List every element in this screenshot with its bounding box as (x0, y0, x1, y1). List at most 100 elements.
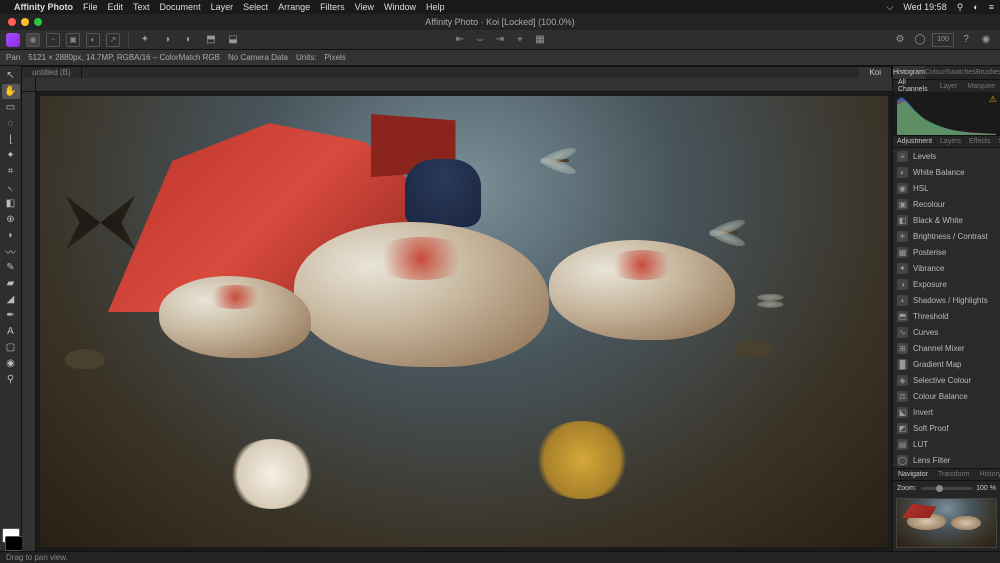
adjustment-levels[interactable]: ≡Levels (893, 148, 1000, 164)
mask-icon[interactable]: ◑ (159, 33, 175, 47)
navigator-preview[interactable] (896, 498, 997, 548)
adjustment-posterise[interactable]: ▦Posterise (893, 244, 1000, 260)
swatch-bg[interactable] (5, 536, 23, 551)
adjustment-black-white[interactable]: ◧Black & White (893, 212, 1000, 228)
adjustment-lut[interactable]: ▤LUT (893, 436, 1000, 452)
adjustment-channel-mixer[interactable]: ⊞Channel Mixer (893, 340, 1000, 356)
adjustment-soft-proof[interactable]: ◩Soft Proof (893, 420, 1000, 436)
adjustment-lens-filter[interactable]: ◯Lens Filter (893, 452, 1000, 468)
tool-selection[interactable]: ▭ (2, 100, 20, 115)
tab-brushes[interactable]: Brushes (976, 66, 1000, 79)
adjust-icon[interactable]: ◐ (181, 33, 197, 47)
tool-flood[interactable]: ✦ (2, 148, 20, 163)
notifications-icon[interactable]: ≡ (989, 2, 994, 12)
menu-help[interactable]: Help (426, 2, 445, 12)
tab-history[interactable]: History (975, 469, 1000, 480)
tool-text[interactable]: A (2, 324, 20, 339)
auto-levels-icon[interactable]: ⬒ (203, 33, 219, 47)
ruler-vertical[interactable] (22, 92, 36, 551)
tool-clone[interactable]: ⊕ (2, 212, 20, 227)
maximize-button[interactable] (34, 18, 42, 26)
adjustment-shadows-highlights[interactable]: ◗Shadows / Highlights (893, 292, 1000, 308)
adjustment-brightness-contrast[interactable]: ☀Brightness / Contrast (893, 228, 1000, 244)
snap-icon[interactable]: ⌖ (512, 33, 528, 47)
tab-swatches[interactable]: Swatches (946, 66, 976, 79)
tool-crop[interactable]: ⌗ (2, 164, 20, 179)
tab-layers[interactable]: Layers (936, 136, 965, 147)
tool-zoom[interactable]: ⚲ (2, 372, 20, 387)
adjustment-curves[interactable]: ∿Curves (893, 324, 1000, 340)
spotlight-icon[interactable]: ⚲ (957, 2, 964, 13)
tool-erase[interactable]: ◧ (2, 196, 20, 211)
histo-layer[interactable]: Layer (935, 80, 963, 92)
adjustment-colour-balance[interactable]: ⚖Colour Balance (893, 388, 1000, 404)
menu-edit[interactable]: Edit (108, 2, 124, 12)
wifi-icon[interactable]: ⌵ (887, 2, 894, 13)
tab-colour[interactable]: Colour (925, 66, 946, 79)
adjustment-selective-colour[interactable]: ◈Selective Colour (893, 372, 1000, 388)
zoom-value[interactable]: 100 % (976, 485, 996, 492)
arrange-right-icon[interactable]: ⇥ (492, 33, 508, 47)
units-value[interactable]: Pixels (324, 53, 345, 62)
menu-window[interactable]: Window (384, 2, 416, 12)
tab-effects[interactable]: Effects (965, 136, 994, 147)
adjustment-recolour[interactable]: ▣Recolour (893, 196, 1000, 212)
adjustment-white-balance[interactable]: ◐White Balance (893, 164, 1000, 180)
account-icon[interactable]: ◯ (912, 33, 928, 47)
adjustment-exposure[interactable]: ◑Exposure (893, 276, 1000, 292)
assistant-icon[interactable]: ⚙ (892, 33, 908, 47)
tool-smudge[interactable]: 〰 (2, 244, 20, 259)
histo-marquee[interactable]: Marquee (962, 80, 1000, 92)
ruler-origin[interactable] (22, 78, 36, 92)
tab-navigator[interactable]: Navigator (893, 469, 933, 480)
zoom-slider[interactable] (921, 487, 972, 490)
tool-pen[interactable]: ✒ (2, 308, 20, 323)
tool-view[interactable]: ✋ (2, 84, 20, 99)
menu-view[interactable]: View (355, 2, 374, 12)
tool-brush[interactable]: ৲ (2, 180, 20, 195)
tool-gradient[interactable]: ◢ (2, 292, 20, 307)
menu-text[interactable]: Text (133, 2, 150, 12)
canvas[interactable] (36, 92, 892, 551)
tool-dodge[interactable]: ◗ (2, 228, 20, 243)
menu-filters[interactable]: Filters (320, 2, 345, 12)
tool-shape[interactable]: ▢ (2, 340, 20, 355)
auto-contrast-icon[interactable]: ⬓ (225, 33, 241, 47)
adjustment-hsl[interactable]: ◉HSL (893, 180, 1000, 196)
adjustment-gradient-map[interactable]: █Gradient Map (893, 356, 1000, 372)
help-icon[interactable]: ? (958, 33, 974, 47)
align-icon[interactable]: ▦ (532, 33, 548, 47)
app-name[interactable]: Affinity Photo (14, 2, 73, 12)
close-button[interactable] (8, 18, 16, 26)
brush-options-icon[interactable]: ✦ (137, 33, 153, 47)
minimize-button[interactable] (21, 18, 29, 26)
tab-histogram[interactable]: Histogram (893, 66, 925, 79)
arrange-left-icon[interactable]: ⇤ (452, 33, 468, 47)
ruler-horizontal[interactable] (36, 78, 892, 92)
persona-photo[interactable]: ◉ (26, 33, 40, 47)
preview-mode[interactable]: 100 (932, 33, 954, 47)
tab-transform[interactable]: Transform (933, 469, 975, 480)
tool-paintbrush[interactable]: ✎ (2, 260, 20, 275)
adjustment-vibrance[interactable]: ✦Vibrance (893, 260, 1000, 276)
adjustment-threshold[interactable]: ⬒Threshold (893, 308, 1000, 324)
persona-liquify[interactable]: ~ (46, 33, 60, 47)
menu-layer[interactable]: Layer (211, 2, 234, 12)
tool-lasso[interactable]: ɭ (2, 132, 20, 147)
tool-fill[interactable]: ▰ (2, 276, 20, 291)
tool-picker[interactable]: ◉ (2, 356, 20, 371)
persona-develop[interactable]: ▣ (66, 33, 80, 47)
tab-adjustment[interactable]: Adjustment (893, 136, 936, 147)
tool-move[interactable]: ↖ (2, 68, 20, 83)
tab-koi[interactable]: Koi (859, 67, 892, 78)
tab-styles[interactable]: Styles (994, 136, 1000, 147)
adjustment-invert[interactable]: ⬕Invert (893, 404, 1000, 420)
color-chooser-icon[interactable]: ◉ (978, 33, 994, 47)
persona-tone[interactable]: ◐ (86, 33, 100, 47)
menu-file[interactable]: File (83, 2, 98, 12)
menu-select[interactable]: Select (243, 2, 268, 12)
histo-all[interactable]: All Channels (893, 80, 935, 92)
arrange-center-icon[interactable]: ⇔ (472, 33, 488, 47)
tab-untitled[interactable]: untitled (B) (22, 67, 82, 78)
tool-marquee[interactable]: ◌ (2, 116, 20, 131)
